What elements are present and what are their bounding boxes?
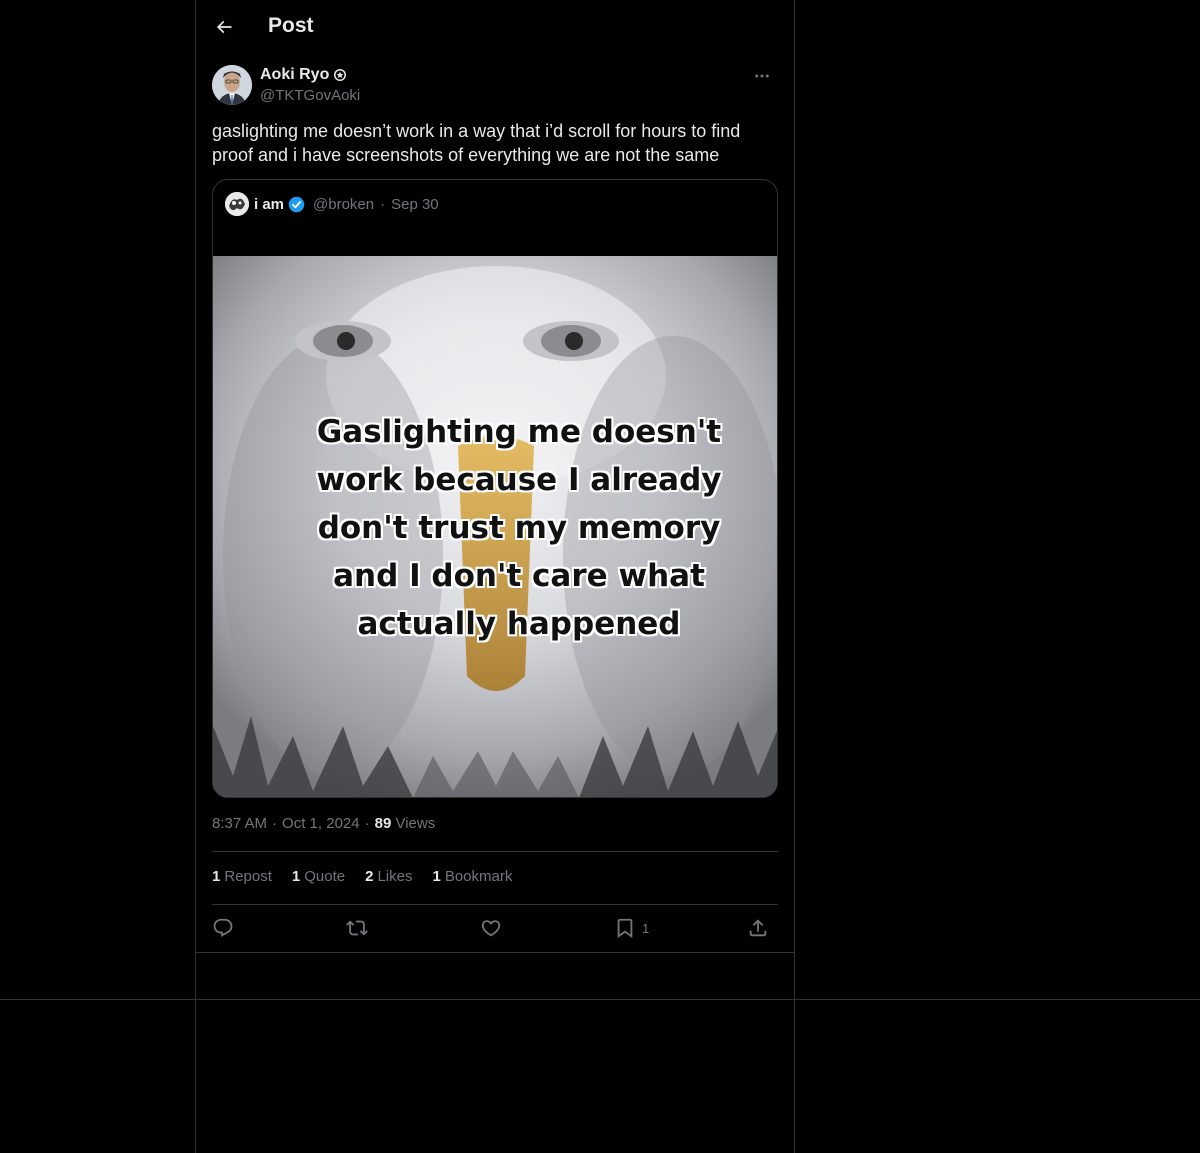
- stat-reposts[interactable]: 1 Repost: [212, 868, 272, 885]
- page-divider: [0, 999, 1200, 1000]
- author-avatar-image: [212, 65, 252, 105]
- more-icon: [755, 74, 769, 78]
- stat-count: 2: [365, 868, 374, 885]
- stat-label: Likes: [377, 868, 413, 885]
- verified-badge-icon: [288, 196, 305, 212]
- separator-dot: ·: [380, 195, 386, 213]
- post-text: gaslighting me doesn’t work in a way tha…: [212, 121, 741, 165]
- author-name[interactable]: Aoki Ryo: [260, 66, 329, 84]
- like-button[interactable]: [480, 914, 502, 942]
- reply-button[interactable]: [212, 914, 234, 942]
- quoted-avatar[interactable]: [225, 192, 249, 216]
- post-date[interactable]: Oct 1, 2024: [282, 815, 360, 832]
- more-options-button[interactable]: [746, 64, 778, 88]
- avatar[interactable]: [212, 65, 252, 105]
- stat-count: 1: [212, 868, 221, 885]
- stat-label: Bookmark: [444, 868, 513, 885]
- views-label: Views: [395, 815, 436, 832]
- stat-count: 1: [291, 868, 301, 885]
- quoted-post-date: Sep 30: [391, 195, 439, 213]
- author-name-row: Aoki Ryo: [260, 66, 347, 84]
- post-time[interactable]: 8:37 AM: [212, 815, 267, 832]
- stat-quotes[interactable]: 1 Quote: [292, 868, 345, 885]
- stat-label: Repost: [224, 868, 272, 885]
- stat-likes[interactable]: 2 Likes: [365, 868, 412, 885]
- post-meta: 8:37 AM · Oct 1, 2024 · 89 Views: [212, 815, 435, 832]
- separator-dot: ·: [364, 815, 370, 832]
- quoted-author-handle: @broken: [313, 195, 375, 213]
- page-title: Post: [268, 14, 314, 37]
- post-author: Aoki Ryo @TKTGovAoki: [212, 64, 778, 108]
- action-bar: 1: [212, 914, 778, 942]
- author-handle[interactable]: @TKTGovAoki: [260, 87, 360, 104]
- quoted-avatar-image: [225, 192, 249, 216]
- repost-button[interactable]: [346, 914, 368, 942]
- primary-column: Post Aoki Ryo @TKTGovAoki gaslighting me…: [195, 0, 795, 1153]
- quoted-author-name: i am: [254, 195, 285, 213]
- affiliate-badge-icon: [334, 69, 347, 81]
- reply-icon: [213, 918, 233, 937]
- back-button[interactable]: [208, 11, 240, 43]
- bookmark-icon: [617, 918, 633, 939]
- divider: [212, 851, 778, 852]
- stat-count: 1: [432, 868, 441, 885]
- repost-icon: [346, 920, 368, 936]
- share-icon: [749, 919, 767, 937]
- bookmark-count: 1: [642, 920, 650, 936]
- quoted-post-image[interactable]: Gaslighting me doesn't work because I al…: [213, 256, 777, 797]
- engagement-stats: 1 Repost 1 Quote 2 Likes 1 Bookmark: [212, 868, 512, 885]
- bookmark-button[interactable]: 1: [614, 914, 649, 942]
- arrow-left-icon: [216, 20, 232, 34]
- stat-bookmarks[interactable]: 1 Bookmark: [432, 868, 512, 885]
- quoted-post-header: i am @broken · Sep 30: [225, 192, 439, 216]
- views-count: 89: [374, 815, 392, 832]
- divider: [196, 952, 794, 953]
- divider: [212, 904, 778, 905]
- meme-caption: Gaslighting me doesn't work because I al…: [316, 414, 722, 642]
- separator-dot: ·: [272, 815, 278, 832]
- quoted-post[interactable]: i am @broken · Sep 30 Gaslighting me doe…: [212, 179, 778, 798]
- page-header: Post: [196, 0, 794, 54]
- share-button[interactable]: [747, 914, 769, 942]
- stat-label: Quote: [304, 868, 346, 885]
- heart-icon: [481, 920, 501, 937]
